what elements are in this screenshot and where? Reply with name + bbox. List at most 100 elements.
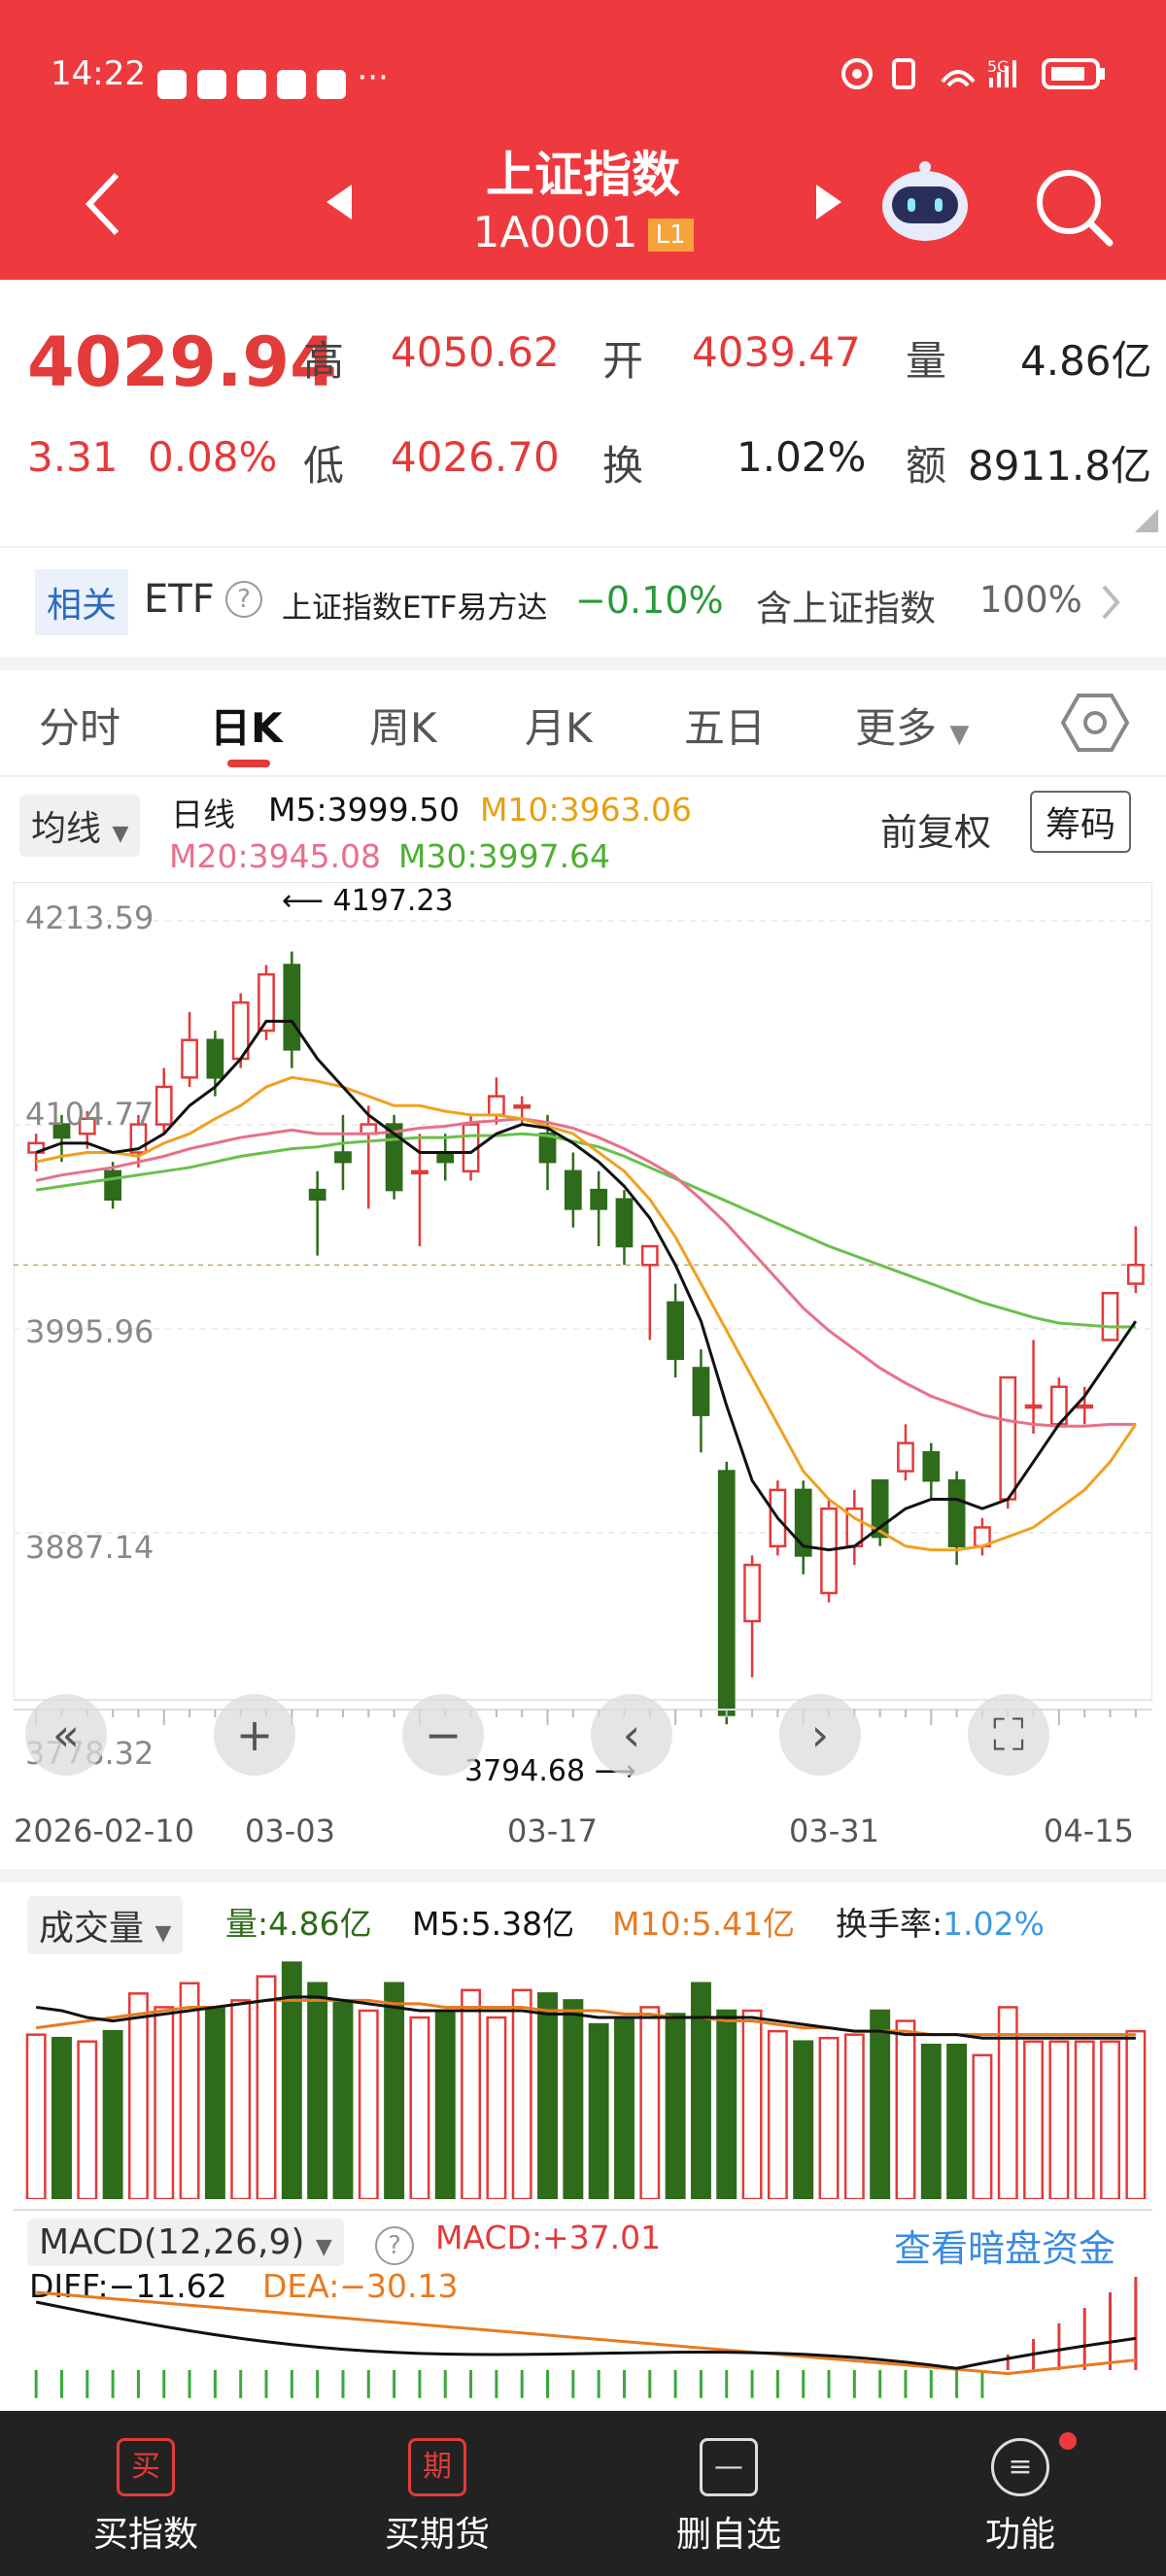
candle-body <box>104 1169 121 1202</box>
candle-body <box>308 1188 326 1202</box>
volume-bar <box>384 1982 405 2199</box>
chip-button[interactable]: 筹码 <box>1030 791 1132 853</box>
volume-bar <box>972 2053 993 2199</box>
buy-index-button[interactable]: 买买指数 <box>49 2438 243 2557</box>
candle-body <box>692 1367 710 1416</box>
help-icon[interactable]: ? <box>225 581 262 618</box>
scroll-left-button[interactable]: ‹ <box>591 1694 672 1776</box>
menu-circle-icon: ≡ <box>991 2438 1049 2496</box>
open-value: 4039.47 <box>692 328 861 376</box>
robot-assistant-icon[interactable] <box>876 157 974 245</box>
candle-body <box>334 1151 352 1164</box>
volume-bar <box>870 2009 891 2199</box>
volume-legend: 量:4.86亿 <box>225 1905 372 1943</box>
low-value: 4026.70 <box>391 433 560 481</box>
x-tick: 04-15 <box>1044 1813 1134 1849</box>
futures-icon: 期 <box>408 2438 466 2496</box>
ma-dropdown[interactable]: 均线 ▼ <box>19 795 141 857</box>
volume-bar <box>614 2016 634 2199</box>
x-tick: 03-03 <box>245 1813 335 1849</box>
volume-bar <box>1023 2040 1045 2199</box>
remove-watchlist-button[interactable]: — 删自选 <box>632 2438 826 2557</box>
arrow-left-icon: ⟵ <box>282 884 325 918</box>
functions-button[interactable]: ≡ 功能 <box>923 2432 1117 2557</box>
volume-bar <box>230 1999 252 2199</box>
volume-chart[interactable] <box>14 1943 1152 2199</box>
volume-bar <box>793 2040 814 2199</box>
volume-bar <box>1100 2040 1120 2199</box>
x-tick: 03-31 <box>789 1813 879 1849</box>
tab-daily-k[interactable]: 日K <box>210 695 283 755</box>
scroll-right-button[interactable]: › <box>779 1694 861 1776</box>
chevron-right-icon <box>1102 585 1120 620</box>
candle-body <box>283 964 301 1051</box>
volume-bar <box>767 2029 788 2199</box>
more-dots: ··· <box>357 58 389 97</box>
high-annotation-value: 4197.23 <box>332 884 454 918</box>
candle-body <box>206 1038 224 1079</box>
rewind-button[interactable]: « <box>25 1694 107 1776</box>
app-icon <box>197 69 227 99</box>
settings-hexagon-icon[interactable] <box>1061 692 1129 754</box>
remove-watchlist-label: 删自选 <box>675 2515 781 2555</box>
divider <box>0 775 1166 777</box>
etf-label: ETF <box>144 577 215 622</box>
volume-bar <box>1048 2040 1070 2199</box>
candle-body <box>181 1038 198 1079</box>
ma-label: 均线 <box>31 809 102 849</box>
code-text: 1A0001 <box>472 208 638 257</box>
stock-code: 1A0001 L1 <box>0 208 1166 257</box>
candle-body <box>615 1198 634 1248</box>
app-header: 14:22 ··· 5G 上证指数 1A0001 L1 <box>0 0 1166 280</box>
candle-body <box>667 1301 684 1361</box>
active-tab-indicator <box>227 760 270 767</box>
hold-label: 含上证指数 <box>756 588 936 629</box>
buy-futures-button[interactable]: 期买期货 <box>340 2438 534 2557</box>
turnover-rate-label: 换手率: <box>836 1905 943 1943</box>
zoom-in-button[interactable]: + <box>214 1694 295 1776</box>
low-label: 低 <box>303 442 345 490</box>
ma20-legend: M20:3945.08 <box>169 837 382 875</box>
turnover-label: 换 <box>602 442 644 490</box>
volume-bar <box>741 2009 763 2199</box>
tab-five-day[interactable]: 五日 <box>684 695 766 755</box>
tab-weekly-k[interactable]: 周K <box>369 695 437 755</box>
volume-bar <box>920 2044 942 2199</box>
notification-dot <box>1059 2432 1077 2450</box>
candle-body <box>564 1169 582 1210</box>
y-tick: 4104.77 <box>25 1096 154 1133</box>
vol-ma5-legend: M5:5.38亿 <box>412 1905 575 1943</box>
candle-body <box>717 1470 736 1716</box>
etf-row[interactable]: 相关 ETF ? 上证指数ETF易方达 −0.10% 含上证指数 100% <box>0 550 1166 655</box>
volume-bar <box>204 2006 225 2199</box>
volume-bar <box>818 2036 840 2199</box>
page-title: 上证指数 <box>486 147 680 203</box>
candlestick-chart[interactable] <box>14 882 1152 1785</box>
low-annotation-value: 3794.68 <box>464 1754 586 1788</box>
expand-corner-icon[interactable] <box>1135 509 1158 532</box>
tab-monthly-k[interactable]: 月K <box>525 695 593 755</box>
paw-icon <box>277 69 307 99</box>
tab-intraday[interactable]: 分时 <box>39 695 120 755</box>
search-icon[interactable] <box>1030 163 1117 251</box>
volume-bar <box>127 1992 149 2199</box>
volume-bar <box>843 2033 865 2199</box>
candle-body <box>513 1104 532 1109</box>
volume-bar <box>77 2040 98 2199</box>
volume-bar <box>358 2009 379 2199</box>
ma30-legend: M30:3997.64 <box>398 837 611 875</box>
vol-ma10-legend: M10:5.41亿 <box>612 1905 796 1943</box>
volume-bar <box>486 2016 507 2199</box>
zoom-out-button[interactable]: − <box>402 1694 484 1776</box>
tab-more[interactable]: 更多 ▼ <box>855 695 969 755</box>
divider <box>0 657 1166 670</box>
volume-bar <box>154 2006 175 2199</box>
turnover-value: 1.02% <box>737 433 867 481</box>
candle-body <box>897 1441 914 1473</box>
fullscreen-button[interactable]: ⛶ <box>968 1694 1049 1776</box>
adjustment-toggle[interactable]: 前复权 <box>880 802 991 856</box>
divider <box>0 546 1166 548</box>
candle-body <box>411 1169 429 1175</box>
amount-label: 额 <box>906 442 947 490</box>
macd-chart[interactable] <box>14 2224 1152 2409</box>
